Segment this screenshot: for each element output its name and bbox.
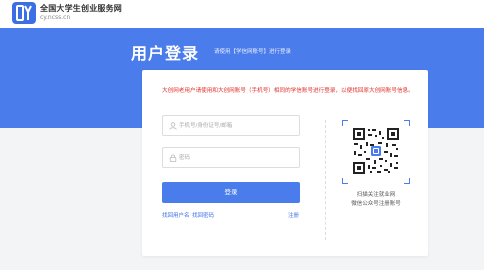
lock-icon (169, 154, 177, 162)
password-input[interactable] (179, 151, 297, 165)
qr-caption-line1: 扫描关注就业网 (356, 192, 396, 198)
login-card: 大创网老用户请使用和大创网账号（手机号）相同的学信账号进行登录，以便找回原大创网… (142, 70, 428, 256)
vertical-divider (325, 120, 326, 240)
qr-caption-line2: 微信公众号注册账号 (351, 201, 401, 207)
login-button[interactable]: 登录 (162, 182, 300, 203)
retrieve-password-link[interactable]: 找回密码 (192, 211, 214, 219)
retrieve-username-link[interactable]: 找回用户名 (162, 211, 190, 219)
password-field[interactable] (162, 147, 300, 168)
register-link[interactable]: 注册 (288, 211, 299, 219)
username-input[interactable] (179, 119, 297, 133)
username-field[interactable] (162, 115, 300, 136)
page-title: 用户登录 (131, 44, 200, 63)
qr-frame (342, 120, 410, 184)
brand-url: cy.ncss.cn (40, 14, 71, 21)
top-bar: 全国大学生创业服务网 cy.ncss.cn (0, 0, 484, 28)
brand-title: 全国大学生创业服务网 (40, 4, 122, 13)
login-hint: 请使用【学信网账号】进行登录 (214, 49, 292, 55)
cy-logo-icon[interactable] (12, 2, 36, 24)
qr-code-icon (352, 127, 400, 175)
qr-caption: 扫描关注就业网 微信公众号注册账号 (332, 191, 420, 209)
user-icon (169, 122, 177, 130)
notice-text: 大创网老用户请使用和大创网账号（手机号）相同的学信账号进行登录，以便找回原大创网… (162, 88, 414, 94)
